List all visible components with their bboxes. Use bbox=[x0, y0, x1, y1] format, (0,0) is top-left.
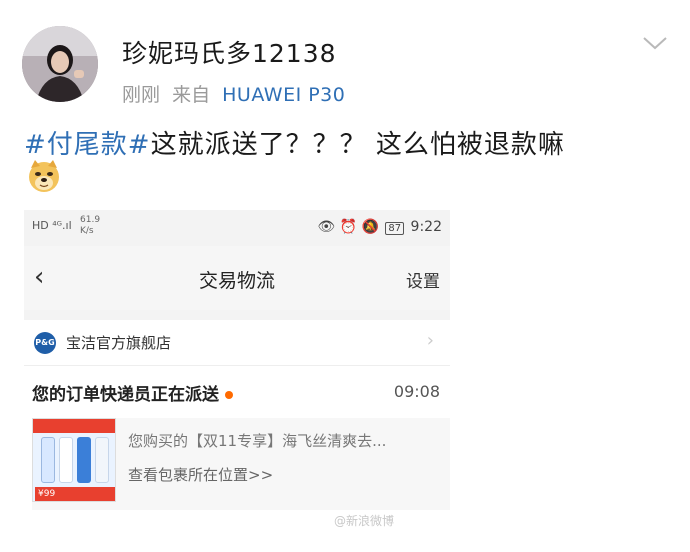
status-bar: HD ⁴ᴳ.ıl 61.9 K/s 👁 ⏰ 🔕 87 9:22 bbox=[24, 210, 450, 246]
package-location-link[interactable]: 查看包裹所在位置>> bbox=[128, 464, 273, 485]
store-name: 宝洁官方旗舰店 bbox=[66, 334, 172, 352]
page-title: 交易物流 bbox=[198, 270, 275, 292]
speed-unit: K/s bbox=[80, 226, 94, 236]
store-logo-icon: P&G bbox=[34, 332, 56, 354]
store-row[interactable]: P&G 宝洁官方旗舰店 › bbox=[24, 320, 450, 366]
embedded-screenshot[interactable]: HD ⁴ᴳ.ıl 61.9 K/s 👁 ⏰ 🔕 87 9:22 ‹ 交易物流 设… bbox=[24, 210, 450, 534]
signal-icon: HD ⁴ᴳ.ıl bbox=[32, 219, 72, 232]
chevron-down-icon[interactable] bbox=[642, 34, 668, 52]
post-time: 刚刚 bbox=[122, 84, 161, 106]
avatar[interactable] bbox=[22, 26, 98, 102]
status-icons: 👁 ⏰ 🔕 bbox=[317, 219, 379, 235]
bottle-shape bbox=[95, 437, 109, 483]
status-dot-icon bbox=[225, 391, 233, 399]
order-status: 您的订单快递员正在派送 bbox=[32, 380, 233, 405]
post-body: 这就派送了？？？ 这么怕被退款嘛 bbox=[150, 130, 565, 160]
post-meta: 刚刚 来自 HUAWEI P30 bbox=[122, 80, 345, 107]
product-row[interactable]: ¥99 您购买的【双11专享】海飞丝清爽去... 查看包裹所在位置>> bbox=[32, 418, 450, 510]
battery-icon: 87 bbox=[385, 222, 405, 235]
order-status-text: 您的订单快递员正在派送 bbox=[32, 385, 219, 405]
clock: 9:22 bbox=[410, 219, 442, 235]
thumb-price: ¥99 bbox=[35, 487, 115, 501]
chevron-right-icon: › bbox=[426, 330, 434, 351]
bottle-shape bbox=[41, 437, 55, 483]
source-prefix: 来自 bbox=[172, 84, 211, 106]
speed-value: 61.9 bbox=[80, 215, 101, 225]
bottle-shape bbox=[59, 437, 73, 483]
watermark: @新浪微博 bbox=[334, 514, 395, 528]
logistics-card: P&G 宝洁官方旗舰店 › 您的订单快递员正在派送 09:08 ¥99 您购买的… bbox=[24, 320, 450, 534]
network-speed: 61.9 K/s bbox=[80, 215, 100, 237]
topic-link[interactable]: #付尾款# bbox=[24, 130, 151, 160]
status-right: 👁 ⏰ 🔕 87 9:22 bbox=[317, 219, 442, 235]
product-name: 您购买的【双11专享】海飞丝清爽去... bbox=[128, 432, 387, 450]
thumb-banner bbox=[33, 419, 115, 433]
post-content: #付尾款#这就派送了？？？ 这么怕被退款嘛 bbox=[24, 124, 565, 161]
username[interactable]: 珍妮玛氏多12138 bbox=[122, 34, 337, 70]
device-link[interactable]: HUAWEI P30 bbox=[222, 84, 345, 106]
settings-button[interactable]: 设置 bbox=[406, 267, 440, 292]
product-thumbnail: ¥99 bbox=[32, 418, 116, 502]
bottle-shape bbox=[77, 437, 91, 483]
doge-emoji-icon bbox=[29, 160, 59, 192]
nav-bar: ‹ 交易物流 设置 bbox=[24, 246, 450, 310]
avatar-photo bbox=[22, 26, 98, 102]
order-time: 09:08 bbox=[393, 382, 440, 401]
